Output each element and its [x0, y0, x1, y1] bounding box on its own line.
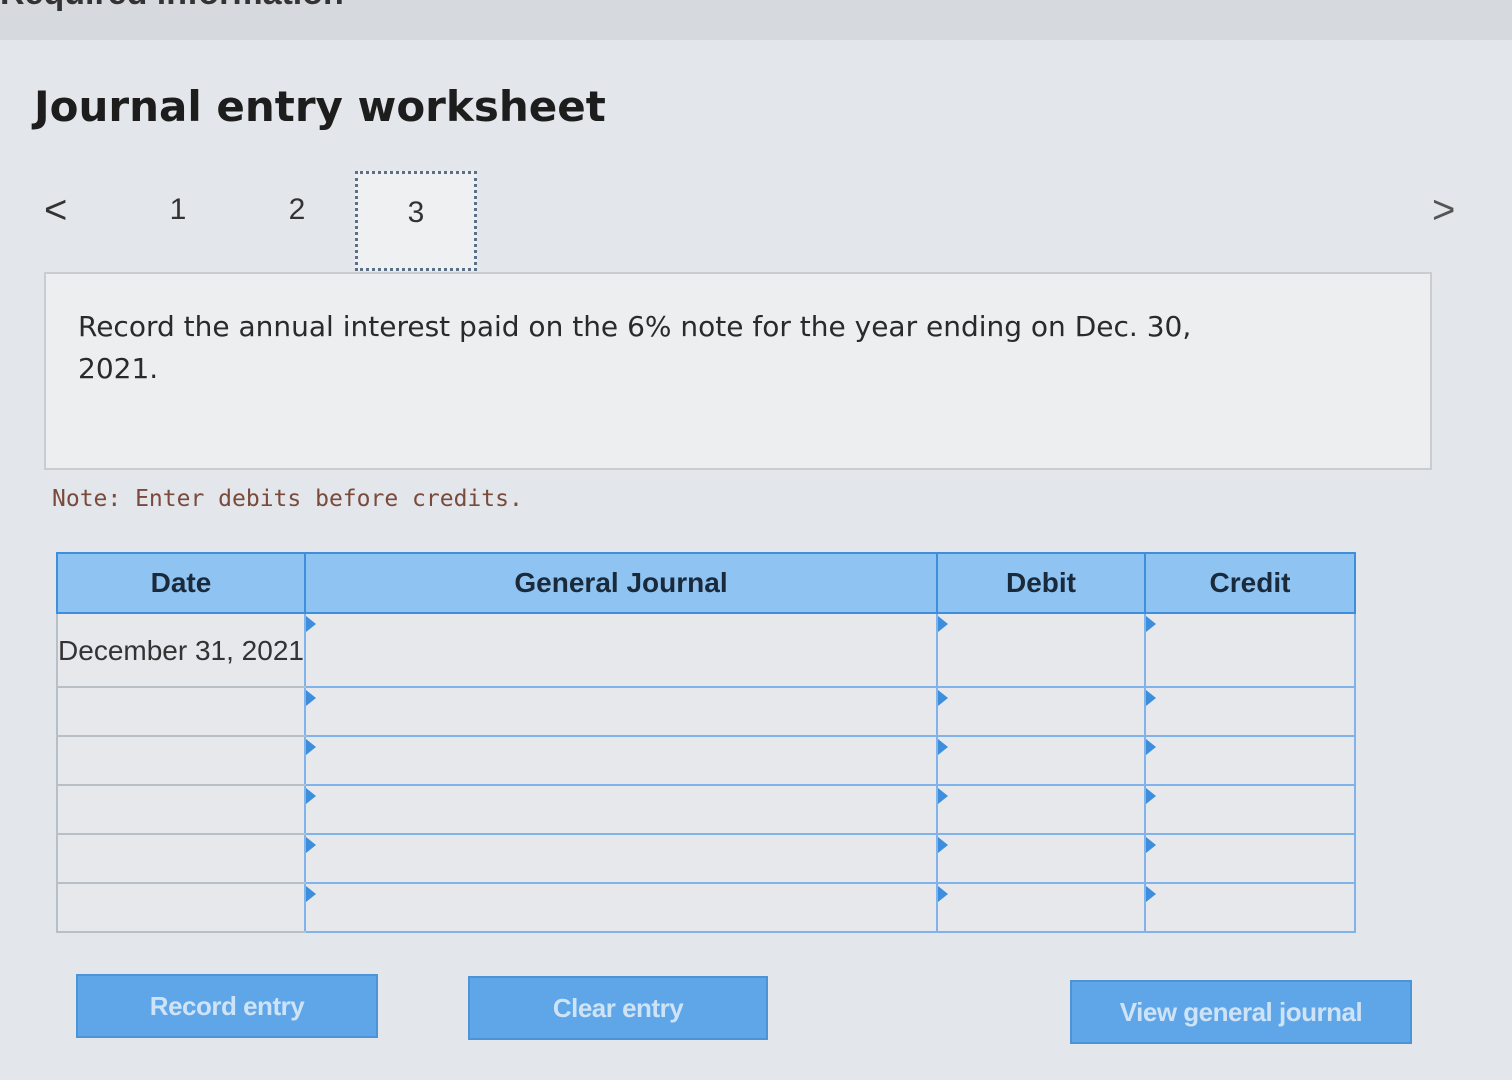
debit-input[interactable] — [936, 833, 1146, 884]
table-row — [56, 735, 1356, 786]
date-cell: December 31, 2021 — [56, 612, 306, 688]
table-row — [56, 686, 1356, 737]
table-row: December 31, 2021 — [56, 612, 1356, 688]
account-input[interactable] — [304, 612, 938, 688]
credit-input[interactable] — [1144, 612, 1356, 688]
account-input[interactable] — [304, 882, 938, 933]
page-2-tab[interactable]: 2 — [277, 193, 317, 227]
account-input[interactable] — [304, 735, 938, 786]
worksheet-pager: < 1 2 3 > — [0, 165, 1512, 275]
table-row — [56, 882, 1356, 933]
debit-input[interactable] — [936, 686, 1146, 737]
debit-column-header: Debit — [936, 552, 1146, 614]
question-box: Record the annual interest paid on the 6… — [44, 272, 1432, 470]
date-cell — [56, 833, 306, 884]
record-entry-button[interactable]: Record entry — [76, 974, 378, 1038]
credit-input[interactable] — [1144, 882, 1356, 933]
view-general-journal-button[interactable]: View general journal — [1070, 980, 1412, 1044]
debit-input[interactable] — [936, 735, 1146, 786]
required-information-heading: Required information — [0, 0, 344, 13]
table-header-row: Date General Journal Debit Credit — [56, 552, 1356, 614]
clear-entry-button[interactable]: Clear entry — [468, 976, 768, 1040]
debit-input[interactable] — [936, 612, 1146, 688]
credit-input[interactable] — [1144, 833, 1356, 884]
top-strip: Required information — [0, 0, 1512, 40]
date-column-header: Date — [56, 552, 306, 614]
date-cell — [56, 882, 306, 933]
journal-entry-table: Date General Journal Debit Credit Decemb… — [56, 552, 1356, 933]
account-input[interactable] — [304, 833, 938, 884]
credit-input[interactable] — [1144, 784, 1356, 835]
credit-input[interactable] — [1144, 686, 1356, 737]
general-journal-column-header: General Journal — [304, 552, 938, 614]
table-row — [56, 833, 1356, 884]
credit-input[interactable] — [1144, 735, 1356, 786]
chevron-right-icon[interactable]: > — [1432, 185, 1455, 235]
chevron-left-icon[interactable]: < — [44, 185, 67, 235]
debit-input[interactable] — [936, 882, 1146, 933]
credit-column-header: Credit — [1144, 552, 1356, 614]
note-text: Note: Enter debits before credits. — [52, 486, 523, 512]
account-input[interactable] — [304, 686, 938, 737]
date-cell — [56, 735, 306, 786]
account-input[interactable] — [304, 784, 938, 835]
page-1-tab[interactable]: 1 — [158, 193, 198, 227]
date-cell — [56, 784, 306, 835]
page-title: Journal entry worksheet — [34, 82, 606, 131]
question-text: Record the annual interest paid on the 6… — [78, 310, 1192, 385]
debit-input[interactable] — [936, 784, 1146, 835]
page-3-tab-current[interactable]: 3 — [355, 171, 477, 271]
table-row — [56, 784, 1356, 835]
date-cell — [56, 686, 306, 737]
